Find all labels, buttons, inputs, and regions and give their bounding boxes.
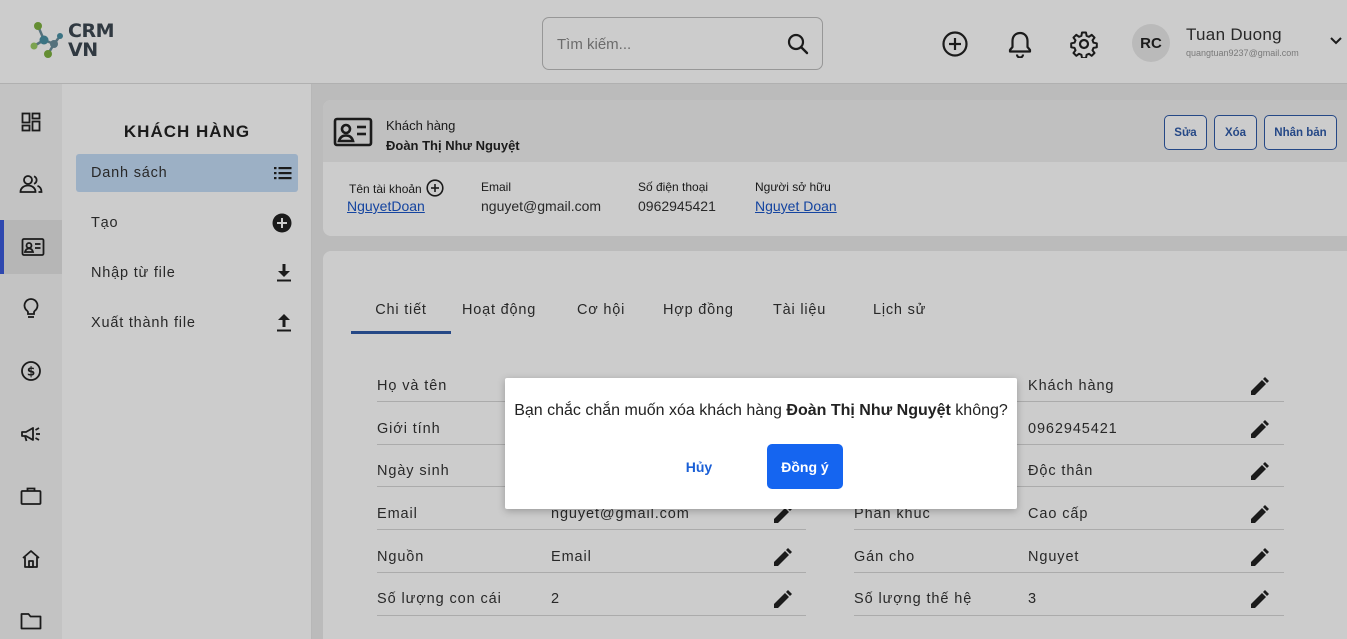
dialog-customer-name: Đoàn Thị Như Nguyệt bbox=[786, 402, 951, 419]
confirm-button[interactable]: Đồng ý bbox=[767, 444, 843, 489]
dialog-message-prefix: Bạn chắc chắn muốn xóa khách hàng bbox=[514, 402, 787, 419]
dialog-message: Bạn chắc chắn muốn xóa khách hàng Đoàn T… bbox=[505, 402, 1017, 420]
dialog-message-suffix: không? bbox=[950, 402, 1008, 419]
cancel-button[interactable]: Hủy bbox=[669, 444, 729, 489]
modal-overlay[interactable] bbox=[0, 0, 1347, 639]
delete-confirm-dialog: Bạn chắc chắn muốn xóa khách hàng Đoàn T… bbox=[505, 378, 1017, 509]
